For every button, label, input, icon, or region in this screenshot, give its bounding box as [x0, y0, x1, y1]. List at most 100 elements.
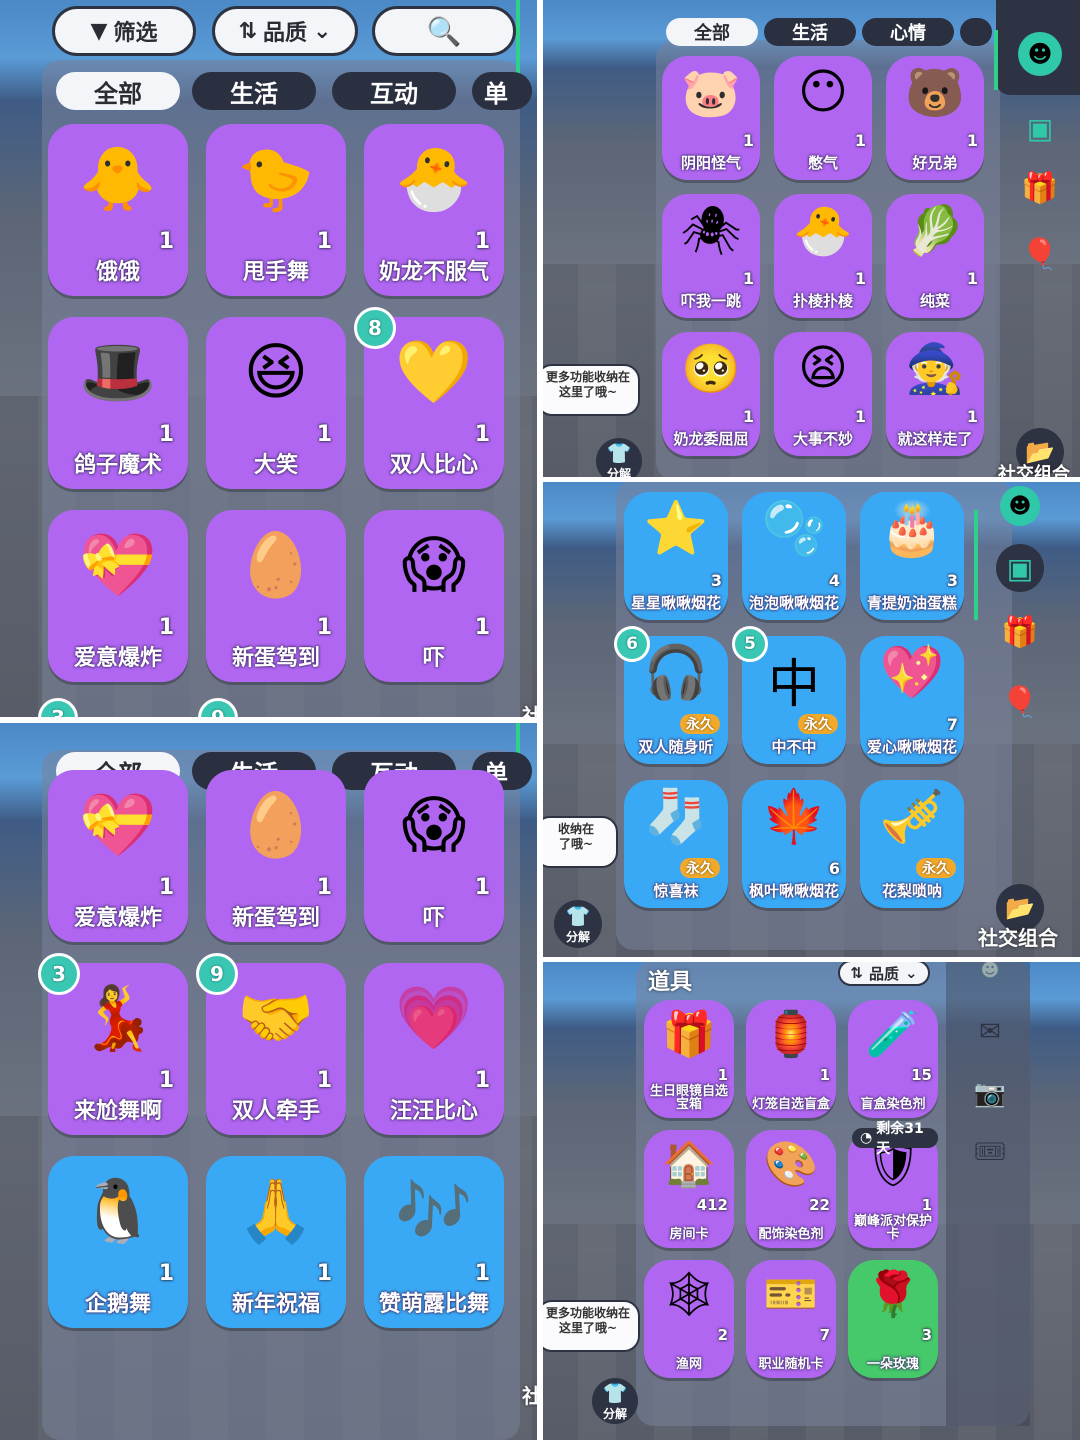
item-card[interactable]: 中中不中 永久 5 — [732, 626, 846, 764]
photo-icon[interactable]: ▣ — [1018, 106, 1062, 150]
item-icon: 🎩 — [79, 335, 157, 408]
tab-life[interactable]: 生活 — [764, 18, 856, 46]
item-count: 1 — [316, 875, 332, 900]
item-label: 新蛋驾到 — [231, 905, 320, 931]
item-icon: 🏮 — [763, 1009, 819, 1060]
filter-button[interactable]: ▼ 筛选 — [52, 6, 196, 56]
emote-icon[interactable]: ☻ — [1018, 32, 1062, 76]
item-icon: 😆 — [243, 335, 309, 408]
item-label: 青提奶油蛋糕 — [866, 594, 957, 613]
item-card[interactable]: 🐻 好兄弟 1 — [886, 56, 984, 180]
item-card[interactable]: 🏮 灯笼自选盲盒 1 — [746, 1000, 836, 1118]
tab-all[interactable]: 全部 — [56, 72, 180, 110]
emote-icon[interactable]: ☻ — [1000, 486, 1040, 526]
item-card[interactable]: 🎁 生日眼镜自选宝箱 1 — [644, 1000, 734, 1118]
item-card[interactable]: 💝 爱意爆炸 1 — [48, 770, 188, 942]
tab-interact[interactable]: 互动 — [332, 72, 456, 110]
item-count: 1 — [316, 615, 332, 640]
item-icon: 🧦 — [643, 787, 709, 847]
item-card[interactable]: 💃 来尬舞啊 1 3 — [38, 953, 188, 1135]
item-label: 纯菜 — [919, 292, 950, 311]
tab-more[interactable] — [960, 18, 992, 46]
item-card[interactable]: 🎺 花梨唢呐 永久 — [860, 780, 964, 908]
tab-mood[interactable]: 心情 — [862, 18, 954, 46]
item-card[interactable]: 🥬 纯菜 1 — [886, 194, 984, 318]
item-card[interactable]: 💛 双人比心 1 8 — [354, 307, 504, 489]
item-icon: 🎶 — [395, 1174, 473, 1247]
decompose-button[interactable]: 👕 分解 — [554, 900, 602, 948]
item-label: 双人随身听 — [638, 738, 714, 757]
item-card[interactable]: 🎧 双人随身听 永久 6 — [614, 626, 728, 764]
item-icon: 🎨 — [763, 1139, 819, 1190]
item-card[interactable]: 🐤 甩手舞 1 — [206, 124, 346, 296]
decompose-button[interactable]: 👕 分解 — [596, 438, 642, 480]
item-card[interactable]: 🌹 一朵玫瑰 3 — [848, 1260, 938, 1378]
item-label: 中不中 — [771, 738, 817, 757]
item-card[interactable]: 🥺 奶龙委屈屈 1 — [662, 332, 760, 456]
item-card[interactable]: 😫 大事不妙 1 — [774, 332, 872, 456]
item-card[interactable]: 🛡 巅峰派对保护卡 1 ◔ 剩余31天 — [848, 1121, 938, 1248]
item-card[interactable]: 🐷 阴阳怪气 1 — [662, 56, 760, 180]
item-card[interactable]: 🥚 新蛋驾到 1 — [206, 510, 346, 682]
item-card[interactable]: 🥚 新蛋驾到 1 — [206, 770, 346, 942]
item-card[interactable]: 🕷 吓我一跳 1 — [662, 194, 760, 318]
item-label: 奶龙委屈屈 — [673, 430, 749, 449]
item-icon: 🤝 — [237, 981, 315, 1054]
balloon-icon[interactable]: 🎈 — [1018, 232, 1062, 276]
item-card[interactable]: 🧦 惊喜袜 永久 — [624, 780, 728, 908]
tab-solo[interactable]: 单 — [472, 72, 532, 110]
item-count: 15 — [911, 1066, 932, 1084]
item-card[interactable]: 🎫 职业随机卡 7 — [746, 1260, 836, 1378]
decompose-button[interactable]: 👕 分解 — [592, 1378, 638, 1424]
item-card[interactable]: 🎶 赞萌露比舞 1 — [364, 1156, 504, 1328]
item-card[interactable]: 🎩 鸽子魔术 1 — [48, 317, 188, 489]
item-count: 1 — [717, 1066, 728, 1084]
quality-sort-button[interactable]: ⇅ 品质 ⌄ — [212, 6, 358, 56]
quality-sort-button[interactable]: ⇅ 品质 ⌄ — [838, 960, 930, 986]
item-label: 吓我一跳 — [680, 292, 741, 311]
sticker-icon[interactable]: 🎟 — [970, 1132, 1010, 1172]
item-label: 甩手舞 — [242, 259, 309, 285]
emote-icon[interactable]: ☻ — [970, 960, 1010, 981]
photo-icon[interactable]: ▣ — [996, 544, 1044, 592]
search-button[interactable]: 🔍 — [372, 6, 516, 56]
item-card[interactable]: 🤝 双人牵手 1 9 — [196, 953, 346, 1135]
item-icon: 😱 — [401, 788, 467, 861]
item-card[interactable]: 🧙 就这样走了 1 — [886, 332, 984, 456]
item-card[interactable]: 💝 爱意爆炸 1 — [48, 510, 188, 682]
item-card[interactable]: ⭐ 星星啾啾烟花 3 — [624, 492, 728, 620]
item-card[interactable]: 😆 大笑 1 — [206, 317, 346, 489]
mail-icon[interactable]: ✉ — [970, 1012, 1010, 1052]
chevron-down-icon: ⌄ — [905, 964, 918, 982]
item-label: 房间卡 — [669, 1227, 709, 1243]
tab-label: 单 — [484, 79, 508, 108]
item-card[interactable]: 😶 憋气 1 — [774, 56, 872, 180]
item-card[interactable]: 🍁 枫叶啾啾烟花 6 — [742, 780, 846, 908]
item-card[interactable]: 😱 吓 1 — [364, 510, 504, 682]
item-count: 1 — [158, 615, 174, 640]
item-card[interactable]: 🫧 泡泡啾啾烟花 4 — [742, 492, 846, 620]
item-card[interactable]: 💖 爱心啾啾烟花 7 — [860, 636, 964, 764]
item-card[interactable]: 🏠 房间卡 412 — [644, 1130, 734, 1248]
item-card[interactable]: 🐣 奶龙不服气 1 — [364, 124, 504, 296]
item-card[interactable]: 🕸 渔网 2 — [644, 1260, 734, 1378]
item-card[interactable]: 🧪 盲盒染色剂 15 — [848, 1000, 938, 1118]
item-card[interactable]: 😱 吓 1 — [364, 770, 504, 942]
item-card[interactable]: 🎂 青提奶油蛋糕 3 — [860, 492, 964, 620]
item-card[interactable]: 🐥 饿饿 1 — [48, 124, 188, 296]
count-badge: 6 — [614, 626, 650, 662]
item-card[interactable]: 🐧 企鹅舞 1 — [48, 1156, 188, 1328]
gift-icon[interactable]: 🎁 — [1018, 166, 1062, 210]
item-card[interactable]: 🎨 配饰染色剂 22 — [746, 1130, 836, 1248]
badge-value: 8 — [368, 316, 382, 340]
tab-life[interactable]: 生活 — [192, 72, 316, 110]
permanent-tag: 永久 — [798, 714, 838, 734]
camera-icon[interactable]: 📷 — [970, 1074, 1010, 1114]
item-card[interactable]: 🐣 扑棱扑棱 1 — [774, 194, 872, 318]
gift-icon[interactable]: 🎁 — [998, 610, 1042, 654]
item-card[interactable]: 💗 汪汪比心 1 — [364, 963, 504, 1135]
count-badge: 3 — [38, 953, 80, 995]
balloon-icon[interactable]: 🎈 — [998, 680, 1042, 724]
item-card[interactable]: 🙏 新年祝福 1 — [206, 1156, 346, 1328]
tab-all[interactable]: 全部 — [666, 18, 758, 46]
